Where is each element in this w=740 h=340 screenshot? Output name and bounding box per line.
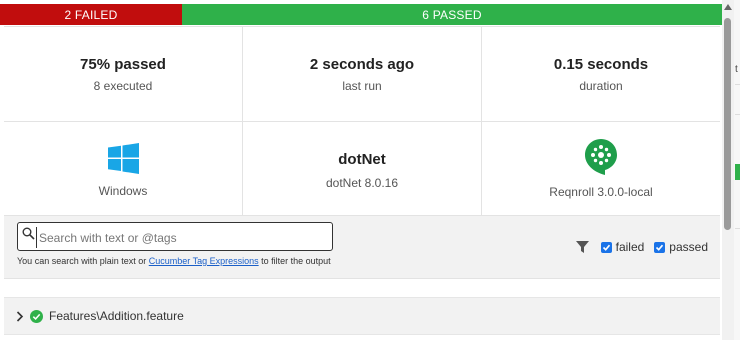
tool-version: Reqnroll 3.0.0-local — [549, 185, 653, 199]
last-run-value: 2 seconds ago — [309, 55, 415, 73]
executed-count: 8 executed — [93, 78, 153, 93]
search-help-suffix: to filter the output — [258, 256, 331, 266]
vertical-scrollbar[interactable] — [722, 0, 734, 340]
environment-row: Windows dotNet dotNet 8.0.16 Reqnroll 3.… — [4, 121, 720, 216]
report-frame: 2 FAILED 6 PASSED 75% passed 8 executed … — [0, 0, 722, 340]
search-box[interactable] — [17, 222, 333, 251]
tag-expressions-link[interactable]: Cucumber Tag Expressions — [149, 256, 259, 266]
status-filters: failed passed — [575, 240, 708, 254]
adjacent-panel-text: t — [735, 64, 738, 75]
failed-filter[interactable]: failed — [600, 240, 645, 254]
adjacent-panel-status-marker — [735, 164, 740, 180]
passed-status-icon — [30, 309, 43, 323]
duration-cell: 0.15 seconds duration — [482, 27, 720, 121]
failed-checkbox[interactable] — [600, 241, 612, 253]
passed-filter[interactable]: passed — [654, 240, 708, 254]
pass-rate-value: 75% passed — [80, 55, 166, 73]
search-input[interactable] — [36, 227, 331, 248]
passed-summary-segment[interactable]: 6 PASSED — [182, 4, 722, 25]
passed-checkbox[interactable] — [654, 241, 666, 253]
duration-label: duration — [579, 78, 623, 93]
search-help-prefix: You can search with plain text or — [17, 256, 149, 266]
os-cell: Windows — [4, 121, 243, 215]
checkmark-icon — [602, 244, 610, 251]
filter-icon[interactable] — [575, 241, 589, 253]
runtime-cell: dotNet dotNet 8.0.16 — [243, 121, 482, 215]
pass-rate-cell: 75% passed 8 executed — [4, 27, 243, 121]
failed-summary-segment[interactable]: 2 FAILED — [0, 4, 182, 25]
failed-filter-label: failed — [615, 240, 645, 254]
search-icon — [22, 227, 35, 240]
chevron-right-icon[interactable] — [16, 310, 24, 322]
search-help-text: You can search with plain text or Cucumb… — [17, 256, 331, 266]
os-label: Windows — [98, 183, 148, 198]
adjacent-panel-divider — [735, 84, 740, 85]
scrollbar-thumb[interactable] — [724, 18, 731, 230]
adjacent-panel-divider — [735, 228, 740, 229]
runtime-version: dotNet 8.0.16 — [325, 175, 399, 190]
last-run-label: last run — [342, 78, 382, 93]
last-run-cell: 2 seconds ago last run — [243, 27, 482, 121]
duration-value: 0.15 seconds — [553, 55, 649, 73]
feature-list-item[interactable]: Features\Addition.feature — [4, 297, 720, 335]
summary-bar: 2 FAILED 6 PASSED — [0, 4, 722, 25]
windows-logo-icon — [107, 142, 139, 174]
cucumber-logo-icon — [585, 139, 617, 175]
adjacent-panel-divider — [735, 114, 740, 115]
filter-area: You can search with plain text or Cucumb… — [4, 216, 720, 279]
stats-row: 75% passed 8 executed 2 seconds ago last… — [4, 26, 720, 122]
runtime-name: dotNet — [338, 150, 386, 168]
tool-cell: Reqnroll 3.0.0-local — [482, 121, 720, 215]
feature-name: Features\Addition.feature — [49, 309, 184, 323]
checkmark-icon — [656, 244, 664, 251]
passed-filter-label: passed — [669, 240, 708, 254]
scroll-up-arrow-icon[interactable] — [724, 4, 732, 10]
